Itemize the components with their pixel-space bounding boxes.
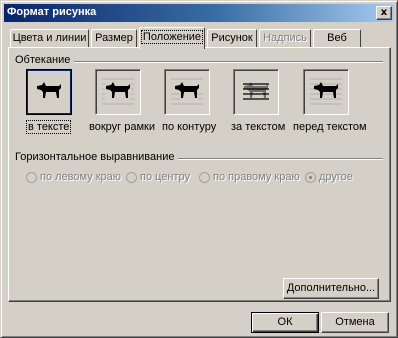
wrap-inline-button[interactable]: [26, 69, 72, 115]
format-picture-dialog: Формат рисунка x Цвета и линии Размер По…: [0, 0, 398, 338]
alignment-group-divider: [171, 158, 383, 160]
dog-in-front-icon: [310, 78, 342, 105]
radio-circle-selected: [305, 172, 316, 183]
wrap-tight-label: по контуру: [162, 121, 217, 133]
dog-inline-icon: [37, 82, 61, 98]
wrapping-group-label: Обтекание: [15, 54, 75, 66]
wrap-tight-button[interactable]: [164, 69, 210, 115]
wrap-inline-label: в тексте: [25, 120, 72, 134]
tab-web[interactable]: Веб: [313, 29, 361, 47]
tab-colors-lines-label: Цвета и линии: [12, 32, 87, 44]
dog-behind-text-icon: [243, 82, 269, 100]
align-center-label: по центру: [140, 171, 191, 183]
advanced-button[interactable]: Дополнительно...: [283, 278, 379, 299]
tab-picture-label: Рисунок: [211, 32, 253, 44]
wrap-behind-text-button[interactable]: [233, 69, 279, 115]
align-other-label: другое: [319, 171, 353, 183]
tab-position-label: Положение: [140, 30, 204, 44]
title-bar[interactable]: Формат рисунка x: [4, 4, 394, 22]
wrap-in-front-button[interactable]: [303, 69, 349, 115]
tab-position[interactable]: Положение: [139, 27, 205, 49]
wrap-square-button[interactable]: [95, 69, 141, 115]
close-button[interactable]: x: [376, 6, 392, 20]
tab-picture[interactable]: Рисунок: [207, 29, 257, 47]
wrap-in-front-label: перед текстом: [293, 121, 367, 133]
wrap-square-label: вокруг рамки: [89, 121, 155, 133]
tab-colors-lines[interactable]: Цвета и линии: [10, 29, 89, 47]
align-right-label: по правому краю: [213, 171, 300, 183]
ok-button[interactable]: ОК: [251, 312, 319, 333]
tab-text-box-label: Надпись: [263, 32, 307, 44]
alignment-group-label: Горизонтальное выравнивание: [15, 151, 179, 163]
radio-circle: [126, 172, 137, 183]
wrapping-group-divider: [71, 61, 383, 63]
tab-text-box: Надпись: [259, 29, 311, 47]
dog-tight-icon: [171, 78, 203, 105]
align-left-label: по левому краю: [40, 171, 122, 183]
tab-web-label: Веб: [327, 32, 347, 44]
radio-circle: [26, 172, 37, 183]
cancel-button[interactable]: Отмена: [321, 312, 389, 333]
dog-square-icon: [102, 78, 134, 105]
tab-size[interactable]: Размер: [91, 29, 137, 47]
radio-circle: [199, 172, 210, 183]
dialog-title: Формат рисунка: [7, 6, 97, 18]
close-icon: x: [380, 7, 388, 18]
tab-size-label: Размер: [95, 32, 133, 44]
wrap-behind-text-label: за текстом: [231, 121, 286, 133]
